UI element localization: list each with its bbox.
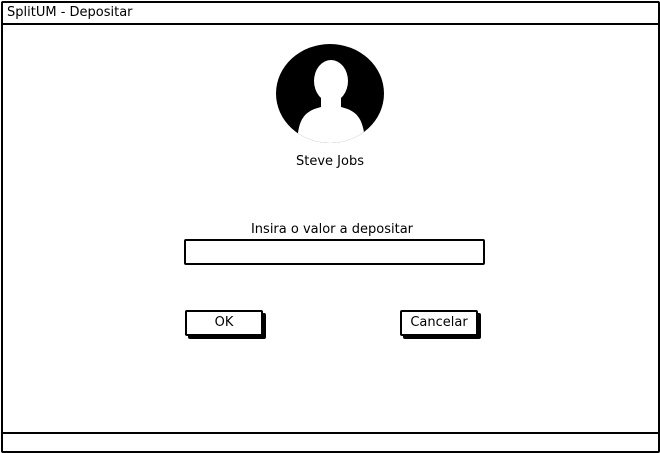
deposit-prompt-label: Insira o valor a depositar (250, 222, 414, 237)
user-avatar-icon (275, 43, 385, 144)
ok-button[interactable]: OK (185, 310, 263, 336)
cancel-button[interactable]: Cancelar (400, 310, 478, 336)
status-bar (3, 432, 658, 451)
deposit-amount-input[interactable] (184, 239, 485, 265)
app-window: SplitUM - Depositar Steve Jobs Insira o … (1, 1, 660, 453)
user-name: Steve Jobs (296, 154, 364, 169)
window-title: SplitUM - Depositar (7, 5, 133, 20)
title-bar: SplitUM - Depositar (3, 3, 658, 25)
